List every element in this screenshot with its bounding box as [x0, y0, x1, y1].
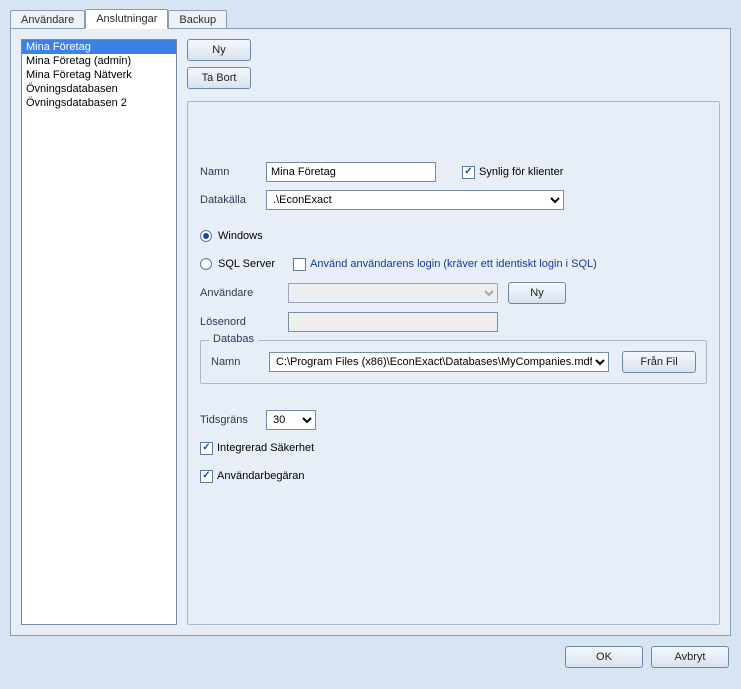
integrated-security-checkbox[interactable] — [200, 442, 213, 455]
tab-users[interactable]: Användare — [10, 10, 85, 29]
db-name-label: Namn — [211, 356, 269, 368]
datasource-label: Datakälla — [200, 194, 266, 206]
list-item[interactable]: Övningsdatabasen 2 — [22, 96, 176, 110]
use-user-login-checkbox[interactable] — [293, 258, 306, 271]
auth-windows-radio[interactable] — [200, 230, 212, 242]
password-label: Lösenord — [200, 316, 288, 328]
from-file-button[interactable]: Från Fil — [622, 351, 696, 373]
datasource-select[interactable]: .\EconExact — [266, 190, 564, 210]
new-button[interactable]: Ny — [187, 39, 251, 61]
timeout-label: Tidsgräns — [200, 414, 266, 426]
name-input[interactable] — [266, 162, 436, 182]
database-legend: Databas — [209, 333, 258, 345]
password-input — [288, 312, 498, 332]
list-item[interactable]: Övningsdatabasen — [22, 82, 176, 96]
use-user-login-label: Använd användarens login (kräver ett ide… — [310, 258, 597, 270]
user-request-label: Användarbegäran — [217, 470, 304, 482]
user-request-checkbox[interactable] — [200, 470, 213, 483]
user-select — [288, 283, 498, 303]
list-item[interactable]: Mina Företag — [22, 40, 176, 54]
list-item[interactable]: Mina Företag (admin) — [22, 54, 176, 68]
ok-button[interactable]: OK — [565, 646, 643, 668]
list-item[interactable]: Mina Företag Nätverk — [22, 68, 176, 82]
tab-backup[interactable]: Backup — [168, 10, 227, 29]
user-label: Användare — [200, 287, 288, 299]
db-name-select[interactable]: C:\Program Files (x86)\EconExact\Databas… — [269, 352, 609, 372]
user-new-button[interactable]: Ny — [508, 282, 566, 304]
database-fieldset: Databas Namn C:\Program Files (x86)\Econ… — [200, 340, 707, 384]
cancel-button[interactable]: Avbryt — [651, 646, 729, 668]
integrated-security-label: Integrerad Säkerhet — [217, 442, 314, 454]
timeout-select[interactable]: 30 — [266, 410, 316, 430]
delete-button[interactable]: Ta Bort — [187, 67, 251, 89]
dialog-buttons: OK Avbryt — [0, 644, 741, 668]
visible-checkbox[interactable] — [462, 166, 475, 179]
tab-connections[interactable]: Anslutningar — [85, 9, 168, 29]
connection-details-group: Namn Synlig för klienter Datakälla .\Eco… — [187, 101, 720, 625]
connections-listbox[interactable]: Mina Företag Mina Företag (admin) Mina F… — [21, 39, 177, 625]
visible-label: Synlig för klienter — [479, 166, 563, 178]
tab-strip: Användare Anslutningar Backup — [0, 4, 741, 28]
tab-panel: Mina Företag Mina Företag (admin) Mina F… — [10, 28, 731, 636]
auth-sql-radio[interactable] — [200, 258, 212, 270]
name-label: Namn — [200, 166, 266, 178]
auth-windows-label: Windows — [218, 230, 263, 242]
auth-sql-label: SQL Server — [218, 258, 275, 270]
